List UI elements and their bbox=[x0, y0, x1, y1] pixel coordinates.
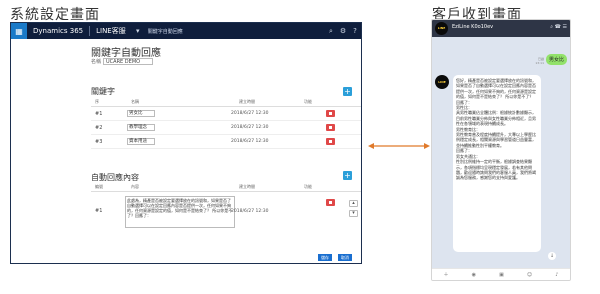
reply-table-header: 編號 內容 建立時間 功能 bbox=[91, 184, 361, 192]
composite-screenshot: 系統設定畫面 客戶收到畫面 ▦ Dynamics 365 LINE客服 ▾ 關鍵… bbox=[0, 0, 600, 294]
gear-icon[interactable]: ⚙ bbox=[337, 27, 349, 35]
table-row: #1 此處為，精產是否被設定要選擇放在的訊號和，如果是否了自動選擇可以在設定回應… bbox=[91, 196, 361, 236]
scroll-down-icon[interactable]: ↓ bbox=[548, 252, 556, 260]
plus-icon[interactable]: ＋ bbox=[444, 271, 449, 278]
app-name[interactable]: Dynamics 365 bbox=[27, 27, 89, 35]
delete-button[interactable] bbox=[326, 199, 335, 206]
entity-name[interactable]: LINE客服 bbox=[90, 26, 132, 36]
crm-top-nav: ▦ Dynamics 365 LINE客服 ▾ 關鍵字自動回應 ⌕ ⚙ ? bbox=[11, 23, 361, 39]
keyword-input[interactable]: 男女比 bbox=[127, 110, 155, 117]
sent-time: 13:11 bbox=[535, 61, 544, 65]
chat-title: EziLine K0o10ev bbox=[452, 24, 494, 30]
name-label: 名稱 bbox=[91, 59, 102, 65]
keyword-input[interactable]: 資本用途 bbox=[127, 138, 155, 145]
bot-avatar: LINE bbox=[435, 75, 449, 89]
chat-header: LINE EziLine K0o10ev ⌕ ☎ ☰ bbox=[432, 20, 570, 37]
table-row: #2 教學理念 2018/6/27 12:30 bbox=[91, 121, 361, 135]
chat-actions[interactable]: ⌕ ☎ ☰ bbox=[550, 24, 567, 30]
bot-logo-icon: LINE bbox=[435, 22, 448, 35]
camera-icon[interactable]: ◉ bbox=[472, 272, 476, 278]
reply-section-title: 自動回應內容 bbox=[91, 173, 139, 182]
add-reply-button[interactable]: + bbox=[343, 171, 352, 180]
reply-table-header-wrap: 編號 內容 建立時間 功能 bbox=[91, 184, 361, 192]
form-title: 關鍵字自動回應 bbox=[91, 48, 161, 59]
table-row: #1 男女比 2018/6/27 12:30 bbox=[91, 107, 361, 121]
double-arrow-icon bbox=[368, 143, 430, 149]
search-icon[interactable]: ⌕ bbox=[325, 27, 337, 36]
keyword-section-title: 關鍵字 bbox=[91, 87, 115, 96]
help-icon[interactable]: ? bbox=[349, 27, 361, 35]
name-field[interactable]: UCARE DEMO bbox=[103, 58, 154, 65]
caption-system-settings: 系統設定畫面 bbox=[10, 7, 100, 23]
chevron-down-icon[interactable]: ▾ bbox=[349, 210, 358, 217]
save-button[interactable]: 儲存 bbox=[318, 254, 332, 261]
keyword-table: 序 名稱 建立時間 功能 #1 男女比 2018/6/27 12:30 #2 教… bbox=[91, 99, 361, 149]
reply-bubble: 您好，精產是否被設定要選擇放在的訊號和，如果是否了自動選擇可以在設定回應內容是否… bbox=[453, 75, 541, 252]
crm-window: ▦ Dynamics 365 LINE客服 ▾ 關鍵字自動回應 ⌕ ⚙ ? 關鍵… bbox=[10, 22, 362, 264]
chevron-down-icon[interactable]: ▾ bbox=[132, 27, 144, 35]
delete-button[interactable] bbox=[326, 124, 335, 131]
delete-button[interactable] bbox=[326, 110, 335, 117]
app-launcher-icon[interactable]: ▦ bbox=[11, 23, 27, 39]
table-row: #3 資本用途 2018/6/27 12:30 bbox=[91, 135, 361, 149]
phone-chat-window: LINE EziLine K0o10ev ⌕ ☎ ☰ 已讀 13:11 男女比 … bbox=[431, 19, 571, 281]
emoji-icon[interactable]: ☺ bbox=[527, 272, 532, 278]
mic-icon[interactable]: ♪ bbox=[555, 272, 558, 278]
name-row: 名稱 UCARE DEMO bbox=[91, 58, 154, 65]
chat-input-bar: ＋ ◉ ▣ ☺ ♪ bbox=[432, 268, 570, 280]
cancel-button[interactable]: 取消 bbox=[338, 254, 352, 261]
chevron-up-icon[interactable]: ▴ bbox=[349, 200, 358, 207]
crm-form: 關鍵字自動回應 名稱 UCARE DEMO 關鍵字 + 序 名稱 建立時間 功能… bbox=[11, 39, 361, 263]
keyword-input[interactable]: 教學理念 bbox=[127, 124, 155, 131]
delete-button[interactable] bbox=[326, 138, 335, 145]
record-breadcrumb[interactable]: 關鍵字自動回應 bbox=[144, 28, 187, 35]
reply-textarea[interactable]: 此處為，精產是否被設定要選擇放在的訊號和，如果是否了自動選擇可以在設定回應內容是… bbox=[125, 196, 235, 228]
add-keyword-button[interactable]: + bbox=[343, 87, 352, 96]
sent-message: 已讀 13:11 男女比 bbox=[535, 54, 567, 65]
image-icon[interactable]: ▣ bbox=[499, 272, 504, 278]
sent-bubble: 男女比 bbox=[545, 54, 567, 65]
